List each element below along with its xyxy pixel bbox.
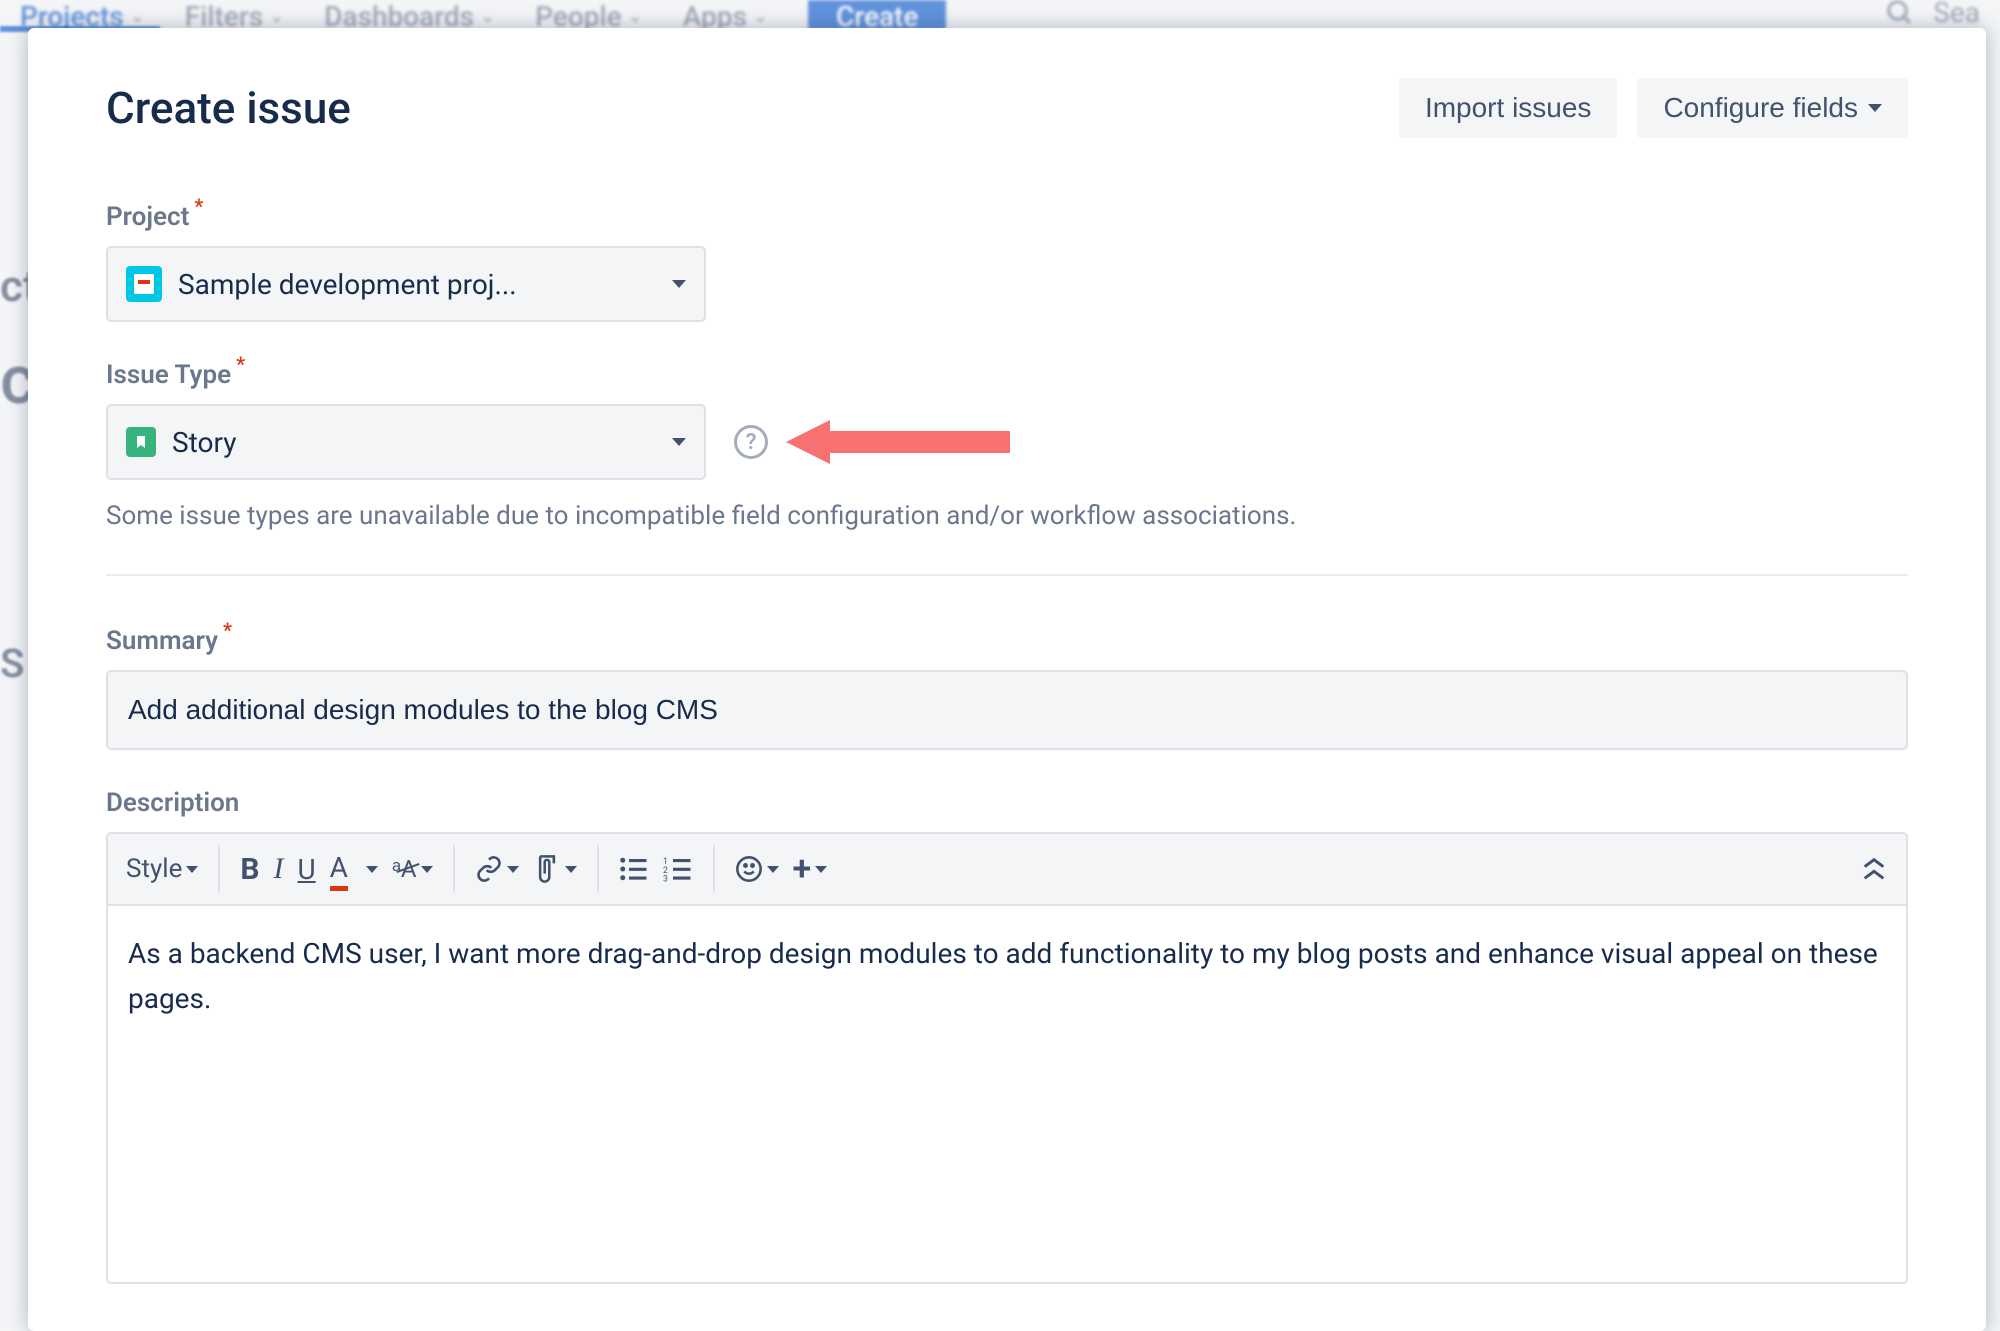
configure-fields-label: Configure fields xyxy=(1663,92,1858,124)
section-divider xyxy=(106,574,1908,576)
summary-label: Summary xyxy=(106,626,218,656)
italic-button[interactable]: I xyxy=(274,852,284,886)
issue-type-value: Story xyxy=(172,426,656,459)
clear-format-icon: ᵃA xyxy=(392,855,417,884)
svg-text:3: 3 xyxy=(663,875,668,883)
modal-header: Create issue Import issues Configure fie… xyxy=(106,78,1908,138)
text-color-button[interactable]: A xyxy=(330,851,378,887)
link-icon xyxy=(475,855,503,883)
style-label: Style xyxy=(126,854,182,884)
issue-type-hint: Some issue types are unavailable due to … xyxy=(106,498,1908,534)
underline-button[interactable]: U xyxy=(298,853,316,886)
emoji-icon xyxy=(735,855,763,883)
bullet-list-icon xyxy=(619,856,649,882)
text-color-icon: A xyxy=(330,851,348,887)
link-button[interactable] xyxy=(475,855,519,883)
import-issues-button[interactable]: Import issues xyxy=(1399,78,1618,138)
chevron-down-icon xyxy=(815,866,827,873)
bullet-list-button[interactable] xyxy=(619,856,649,882)
chevron-down-icon xyxy=(672,438,686,446)
story-icon xyxy=(126,427,156,457)
plus-icon: + xyxy=(793,849,812,889)
emoji-button[interactable] xyxy=(735,855,779,883)
numbered-list-button[interactable]: 123 xyxy=(663,856,693,882)
numbered-list-icon: 123 xyxy=(663,856,693,882)
issue-type-select[interactable]: Story xyxy=(106,404,706,480)
chevron-down-icon xyxy=(565,866,577,873)
chevron-down-icon xyxy=(366,866,378,873)
chevron-down-icon xyxy=(507,866,519,873)
chevron-down-icon xyxy=(767,866,779,873)
arrow-head-icon xyxy=(786,420,830,464)
configure-fields-button[interactable]: Configure fields xyxy=(1637,78,1908,138)
editor-toolbar: Style B I U A ᵃA xyxy=(106,832,1908,904)
summary-field-group: Summary xyxy=(106,626,1908,750)
background-nav: Projects⌄ Filters⌄ Dashboards⌄ People⌄ A… xyxy=(0,0,2000,30)
project-select[interactable]: Sample development proj... xyxy=(106,246,706,322)
issue-type-row: Story ? xyxy=(106,404,1908,480)
description-text: As a backend CMS user, I want more drag-… xyxy=(128,937,1878,1015)
issue-type-label: Issue Type xyxy=(106,360,231,390)
import-issues-label: Import issues xyxy=(1425,92,1592,124)
chevron-down-icon xyxy=(186,866,198,873)
chevron-down-icon xyxy=(672,280,686,288)
issue-type-field-group: Issue Type Story ? Some issue types are … xyxy=(106,360,1908,534)
insert-more-button[interactable]: + xyxy=(793,849,828,889)
chevron-down-icon xyxy=(421,866,433,873)
bold-button[interactable]: B xyxy=(240,852,259,887)
project-avatar-icon xyxy=(126,266,162,302)
collapse-toolbar-button[interactable] xyxy=(1860,857,1888,881)
help-icon[interactable]: ? xyxy=(734,425,768,459)
project-field-group: Project Sample development proj... xyxy=(106,202,1908,322)
nav-create-button: Create xyxy=(808,0,946,30)
modal-title: Create issue xyxy=(106,82,351,134)
description-label: Description xyxy=(106,788,239,818)
project-label: Project xyxy=(106,202,189,232)
attachment-button[interactable] xyxy=(533,853,577,885)
bg-letter-3: S xyxy=(0,640,24,687)
modal-header-buttons: Import issues Configure fields xyxy=(1399,78,1908,138)
annotation-arrow xyxy=(786,420,1010,464)
description-field-group: Description Style B I U A ᵃA xyxy=(106,788,1908,1284)
chevron-down-icon xyxy=(1868,104,1882,112)
arrow-body xyxy=(830,431,1010,453)
style-dropdown[interactable]: Style xyxy=(126,854,198,884)
attachment-icon xyxy=(533,853,561,885)
clear-format-button[interactable]: ᵃA xyxy=(392,855,433,884)
project-value: Sample development proj... xyxy=(178,268,656,301)
collapse-icon xyxy=(1860,857,1888,881)
description-editor[interactable]: As a backend CMS user, I want more drag-… xyxy=(106,904,1908,1284)
summary-input[interactable] xyxy=(106,670,1908,750)
create-issue-modal: Create issue Import issues Configure fie… xyxy=(28,28,1986,1331)
